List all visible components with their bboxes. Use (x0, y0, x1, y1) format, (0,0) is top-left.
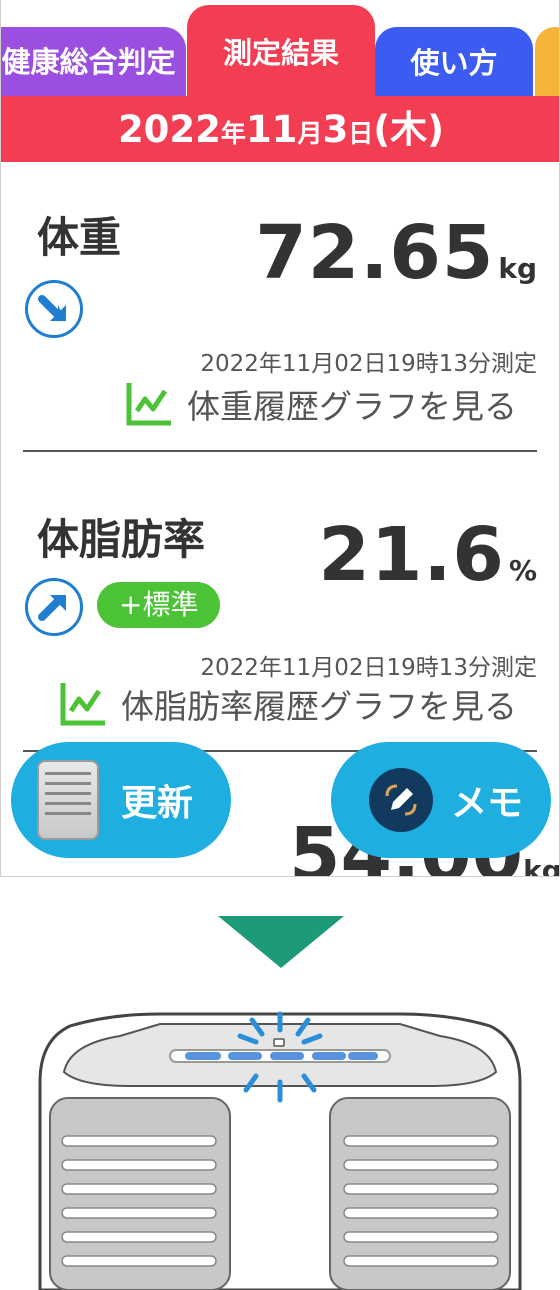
bodyfat-history-label: 体脂肪率履歴グラフを見る (121, 687, 517, 726)
body-scale-icon (37, 760, 99, 840)
arrow-down-right-icon (25, 280, 83, 338)
update-label: 更新 (121, 783, 194, 824)
pencil-icon (369, 768, 433, 832)
date-header: 2022年11月3日(木) (1, 96, 559, 162)
weight-number: 72.65 (255, 210, 495, 296)
bodyfat-history-link[interactable]: 体脂肪率履歴グラフを見る (59, 680, 517, 728)
tab-more[interactable] (535, 27, 559, 100)
bodyfat-measured-at: 2022年11月02日19時13分測定 (200, 655, 537, 681)
date-month: 11 (245, 108, 298, 151)
down-arrow-icon (218, 916, 344, 968)
weight-label: 体重 (37, 213, 122, 262)
date-weekday: (木) (373, 108, 445, 151)
body-scale-illustration (38, 1011, 522, 1290)
line-graph-icon (60, 683, 105, 726)
date-day: 3 (322, 108, 349, 151)
date-year: 2022 (117, 108, 221, 151)
tab-bar: 健康総合判定 測定結果 使い方 (1, 0, 559, 100)
tab-result-label: 測定結果 (222, 36, 339, 70)
weight-history-label: 体重履歴グラフを見る (187, 387, 517, 426)
update-button[interactable]: 更新 (11, 742, 231, 858)
tab-health-summary[interactable]: 健康総合判定 (1, 27, 186, 100)
line-graph-icon (126, 383, 171, 426)
bodyfat-value: 21.6% (318, 512, 537, 598)
memo-label: メモ (451, 783, 524, 824)
bodyfat-unit: % (508, 554, 537, 587)
status-badge: +標準 (97, 582, 221, 628)
bodyfat-number: 21.6 (318, 512, 505, 598)
tab-measurement-result[interactable]: 測定結果 (187, 5, 375, 100)
next-unit: kg (523, 854, 560, 877)
weight-measured-at: 2022年11月02日19時13分測定 (200, 351, 537, 377)
weight-unit: kg (498, 252, 537, 285)
date-year-unit: 年 (220, 119, 246, 148)
bodyfat-card: 体脂肪率 21.6% +標準 2022年11月02日19時13分測定 体脂肪率履… (23, 500, 537, 752)
app-screen: 健康総合判定 測定結果 使い方 2022年11月3日(木) 体重 72.65 kg… (0, 0, 560, 877)
memo-button[interactable]: メモ (331, 742, 551, 858)
tab-howto-label: 使い方 (410, 46, 498, 80)
date-month-unit: 月 (297, 119, 323, 148)
weight-card: 体重 72.65 kg 2022年11月02日19時13分測定 体重履歴グラフを見… (23, 200, 537, 452)
date-day-unit: 日 (348, 119, 374, 148)
bodyfat-label: 体脂肪率 (37, 515, 206, 564)
weight-value: 72.65 kg (255, 210, 537, 296)
tab-how-to-use[interactable]: 使い方 (375, 27, 533, 100)
tab-health-label: 健康総合判定 (1, 45, 176, 79)
divider (23, 450, 537, 452)
arrow-up-right-icon (25, 578, 83, 636)
weight-history-link[interactable]: 体重履歴グラフを見る (125, 380, 517, 428)
